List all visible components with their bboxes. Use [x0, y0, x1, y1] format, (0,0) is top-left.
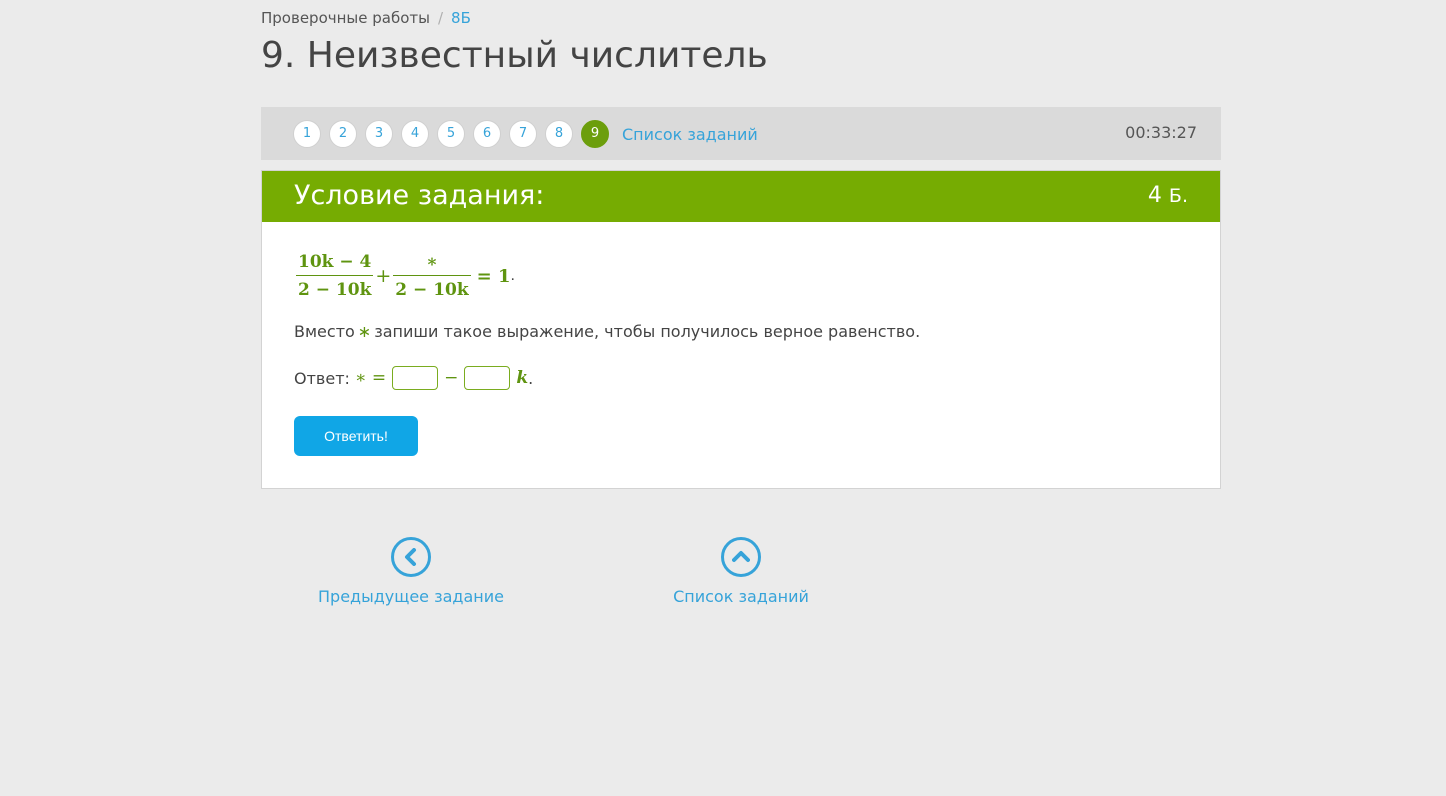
task-number-3[interactable]: 3 [365, 120, 393, 148]
answer-minus: − [444, 368, 459, 388]
fraction-1-denominator: 2 − 10k [296, 275, 374, 301]
instruction-before: Вместо [294, 322, 355, 341]
formula-period: . [510, 267, 515, 284]
task-points-value: 4 [1147, 183, 1162, 208]
fraction-2-numerator: ∗ [426, 252, 438, 272]
previous-task-link[interactable]: Предыдущее задание [311, 537, 511, 606]
task-list-bottom-link[interactable]: Список заданий [641, 537, 841, 606]
fraction-1-numerator: 10k − 4 [298, 252, 372, 272]
answer-row: Ответ: ∗ = − k. [294, 366, 533, 390]
task-number-6[interactable]: 6 [473, 120, 501, 148]
previous-task-label[interactable]: Предыдущее задание [311, 587, 511, 606]
task-number-list: 1 2 3 4 5 6 7 8 9 Список заданий [293, 120, 758, 148]
instruction-after: запиши такое выражение, чтобы получилось… [374, 322, 921, 341]
task-number-4[interactable]: 4 [401, 120, 429, 148]
answer-star-equals: ∗ = [354, 368, 387, 388]
task-points-unit: Б. [1168, 185, 1188, 207]
chevron-up-icon[interactable] [721, 537, 761, 577]
fraction-2: ∗ 2 − 10k [393, 251, 471, 301]
task-points: 4 Б. [1148, 182, 1188, 210]
task-header: Условие задания: 4 Б. [262, 171, 1220, 222]
task-header-title: Условие задания: [294, 180, 545, 211]
task-formula: 10k − 4 2 − 10k + ∗ 2 − 10k = 1. [296, 251, 515, 301]
task-list-bottom-label[interactable]: Список заданий [641, 587, 841, 606]
task-card: Условие задания: 4 Б. 10k − 4 2 − 10k + … [261, 170, 1221, 489]
task-number-5[interactable]: 5 [437, 120, 465, 148]
answer-period: . [528, 368, 534, 388]
task-number-9-active[interactable]: 9 [581, 120, 609, 148]
breadcrumb: Проверочные работы / 8Б [261, 9, 471, 27]
task-nav-bar: 1 2 3 4 5 6 7 8 9 Список заданий 00:33:2… [261, 107, 1221, 160]
timer: 00:33:27 [1125, 123, 1197, 142]
page-title: 9. Неизвестный числитель [261, 35, 768, 76]
breadcrumb-root[interactable]: Проверочные работы [261, 9, 430, 27]
fraction-1: 10k − 4 2 − 10k [296, 251, 374, 301]
answer-input-2[interactable] [464, 366, 511, 390]
chevron-left-icon[interactable] [391, 537, 431, 577]
answer-label: Ответ: [294, 368, 350, 388]
instruction-star: ∗ [357, 322, 372, 341]
breadcrumb-current[interactable]: 8Б [451, 9, 471, 27]
submit-answer-button[interactable]: Ответить! [294, 416, 418, 456]
task-number-8[interactable]: 8 [545, 120, 573, 148]
breadcrumb-separator: / [437, 9, 444, 27]
task-number-2[interactable]: 2 [329, 120, 357, 148]
task-instruction: Вместо ∗ запиши такое выражение, чтобы пол… [294, 322, 920, 341]
equation-rhs: = 1 [476, 265, 511, 287]
task-number-1[interactable]: 1 [293, 120, 321, 148]
fraction-2-denominator: 2 − 10k [393, 275, 471, 301]
task-number-7[interactable]: 7 [509, 120, 537, 148]
answer-input-1[interactable] [392, 366, 439, 390]
plus-sign: + [375, 265, 392, 287]
answer-variable: k [516, 368, 529, 388]
task-list-link[interactable]: Список заданий [622, 125, 758, 144]
